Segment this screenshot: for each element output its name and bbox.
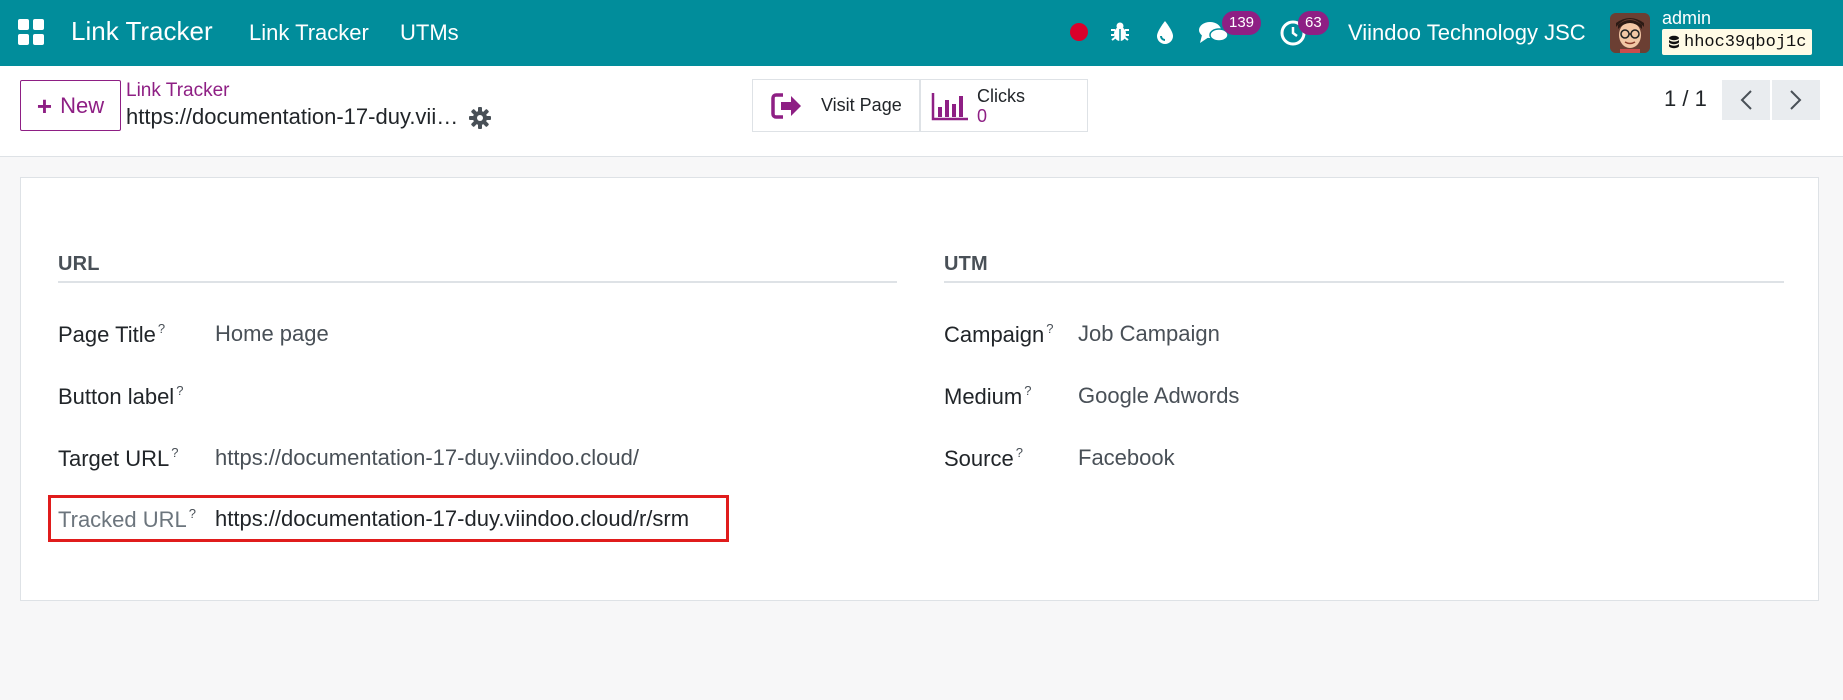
app-title[interactable]: Link Tracker: [71, 16, 213, 47]
medium-value[interactable]: Google Adwords: [1078, 383, 1239, 409]
help-mark[interactable]: ?: [1016, 445, 1023, 460]
url-group-title: URL: [58, 253, 100, 275]
utm-group-divider: [944, 281, 1784, 283]
help-mark[interactable]: ?: [189, 506, 196, 521]
medium-label: Medium?: [944, 383, 1032, 409]
record-icon[interactable]: [1069, 22, 1089, 42]
pager-value[interactable]: 1 / 1: [1664, 86, 1707, 112]
url-group-divider: [58, 281, 897, 283]
help-mark[interactable]: ?: [1046, 321, 1053, 336]
chat-badge: 139: [1222, 11, 1262, 35]
breadcrumb-link-tracker[interactable]: Link Tracker: [126, 80, 229, 102]
activity-badge: 63: [1298, 11, 1329, 35]
utm-group-title: UTM: [944, 253, 988, 275]
form-sheet: URL Page Title? Home page Button label? …: [20, 177, 1819, 601]
visit-page-label: Visit Page: [821, 95, 902, 115]
clicks-label: Clicks: [977, 85, 1025, 106]
help-mark[interactable]: ?: [158, 321, 165, 336]
campaign-label: Campaign?: [944, 321, 1054, 347]
help-mark[interactable]: ?: [171, 445, 178, 460]
target-url-label: Target URL?: [58, 445, 179, 471]
pager-next-button[interactable]: [1772, 80, 1820, 120]
source-label: Source?: [944, 445, 1023, 471]
apps-icon[interactable]: [18, 19, 44, 45]
control-panel: + New Link Tracker https://documentation…: [0, 66, 1843, 157]
database-name: hhoc39qboj1c: [1684, 32, 1807, 52]
database-tag: hhoc39qboj1c: [1662, 29, 1813, 55]
clicks-button[interactable]: Clicks 0: [920, 79, 1088, 132]
menu-item-link-tracker[interactable]: Link Tracker: [249, 20, 369, 46]
button-label-label: Button label?: [58, 383, 184, 409]
company-switcher[interactable]: Viindoo Technology JSC: [1348, 20, 1586, 46]
pager-previous-button[interactable]: [1722, 80, 1770, 120]
tracked-url-value[interactable]: https://documentation-17-duy.viindoo.clo…: [215, 506, 689, 532]
chevron-right-icon: [1790, 90, 1802, 110]
user-name[interactable]: admin: [1662, 8, 1711, 29]
plus-icon: +: [36, 90, 53, 121]
help-mark[interactable]: ?: [176, 383, 183, 398]
sign-out-icon: [771, 92, 801, 119]
database-icon: [1669, 35, 1679, 49]
bug-icon[interactable]: [1108, 20, 1132, 44]
tracked-url-label: Tracked URL?: [58, 506, 197, 532]
page-title-label: Page Title?: [58, 321, 166, 347]
clicks-count: 0: [977, 105, 988, 126]
drop-icon[interactable]: [1154, 19, 1176, 45]
new-button-label: New: [60, 92, 105, 118]
campaign-value[interactable]: Job Campaign: [1078, 321, 1220, 347]
top-navbar: Link Tracker Link Tracker UTMs 139 63 Vi…: [0, 0, 1843, 66]
target-url-value[interactable]: https://documentation-17-duy.viindoo.clo…: [215, 445, 639, 471]
gear-icon[interactable]: [468, 106, 492, 130]
visit-page-button[interactable]: Visit Page: [752, 79, 920, 132]
record-name: https://documentation-17-duy.viindoo.clo…: [126, 104, 460, 129]
help-mark[interactable]: ?: [1024, 383, 1031, 398]
menu-item-utms[interactable]: UTMs: [400, 20, 459, 46]
page-title-value[interactable]: Home page: [215, 321, 329, 347]
chevron-left-icon: [1740, 90, 1752, 110]
avatar[interactable]: [1610, 13, 1650, 53]
source-value[interactable]: Facebook: [1078, 445, 1175, 471]
new-button[interactable]: + New: [20, 80, 121, 131]
bar-chart-icon: [931, 92, 968, 120]
